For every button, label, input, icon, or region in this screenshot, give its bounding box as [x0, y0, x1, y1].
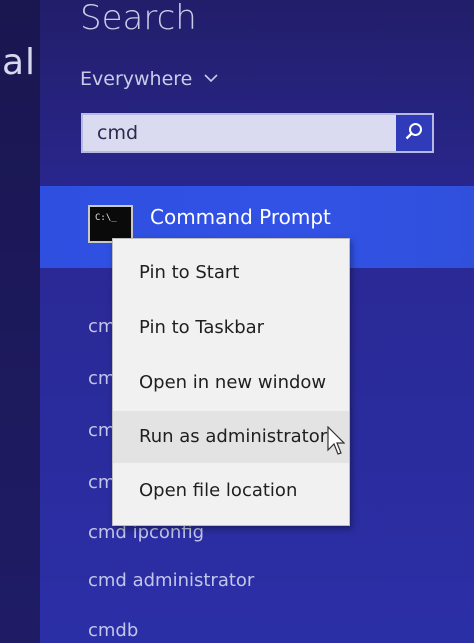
search-icon — [404, 121, 424, 145]
mouse-cursor-icon — [327, 425, 346, 456]
background-app-text: al — [2, 42, 37, 83]
search-scope-dropdown[interactable]: Everywhere — [80, 68, 218, 90]
search-title: Search — [80, 0, 197, 38]
search-result-item[interactable]: cmd administrator — [88, 570, 254, 591]
menu-item-pin-to-start[interactable]: Pin to Start — [113, 247, 349, 299]
menu-item-open-new-window[interactable]: Open in new window — [113, 357, 349, 409]
chevron-down-icon — [204, 71, 218, 87]
menu-item-pin-to-taskbar[interactable]: Pin to Taskbar — [113, 302, 349, 354]
menu-item-run-as-administrator[interactable]: Run as administrator — [113, 411, 349, 463]
context-menu: Pin to Start Pin to Taskbar Open in new … — [112, 238, 350, 526]
search-input[interactable] — [95, 121, 389, 145]
search-result-name[interactable]: Command Prompt — [150, 205, 331, 229]
search-scope-label: Everywhere — [80, 68, 193, 90]
search-box — [81, 113, 434, 153]
search-button[interactable] — [396, 115, 432, 151]
menu-item-open-file-location[interactable]: Open file location — [113, 465, 349, 517]
background-app-strip: al — [0, 0, 40, 643]
search-result-item[interactable]: cmdb — [88, 620, 138, 641]
